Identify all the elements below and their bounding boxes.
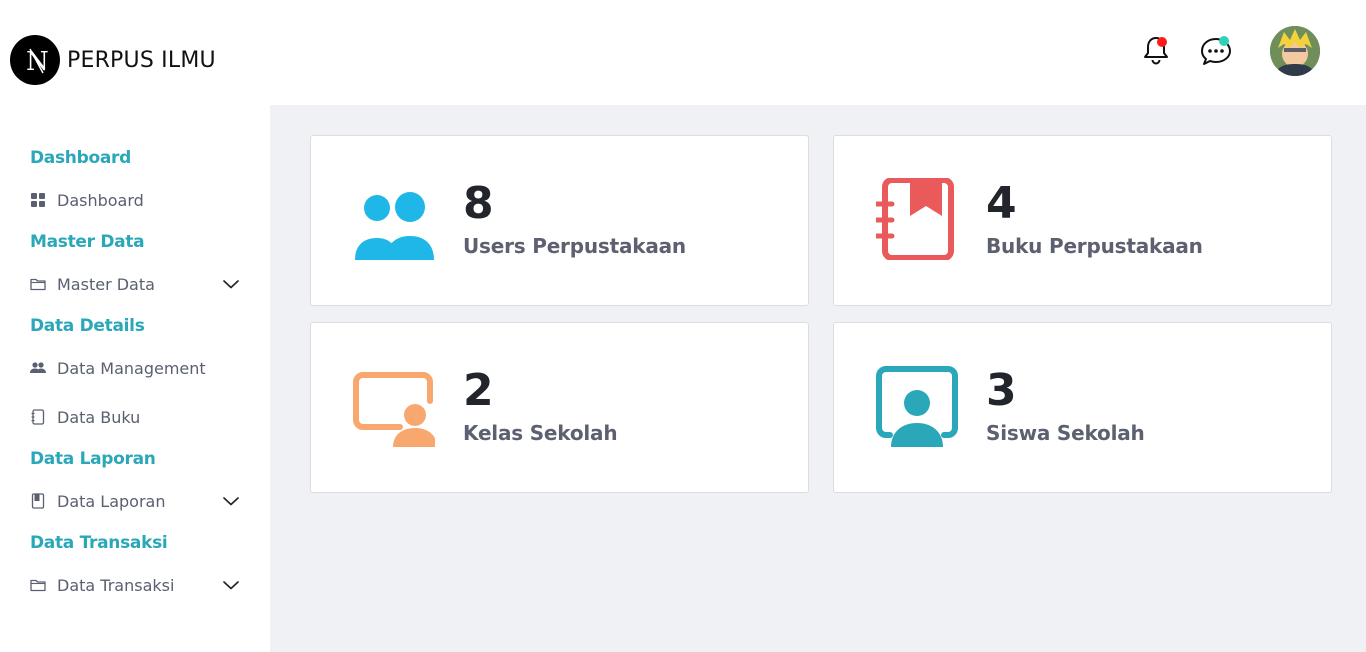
chevron-down-icon[interactable] — [222, 577, 240, 593]
section-title-dashboard: Dashboard — [30, 148, 131, 168]
stat-value: 4 — [986, 178, 1017, 229]
stat-label: Siswa Sekolah — [986, 421, 1145, 445]
notification-badge — [1157, 37, 1167, 47]
sidebar-item-label: Data Laporan — [57, 491, 166, 511]
stat-label: Kelas Sekolah — [463, 421, 618, 445]
sidebar-item-label: Master Data — [57, 274, 155, 294]
stat-label: Buku Perpustakaan — [986, 234, 1203, 258]
section-title-data-transaksi: Data Transaksi — [30, 533, 168, 553]
section-title-data-details: Data Details — [30, 316, 145, 336]
presentation-icon — [353, 365, 437, 447]
stat-card-users[interactable]: 8 Users Perpustakaan — [310, 135, 809, 306]
sidebar-item-label: Dashboard — [57, 190, 144, 210]
section-title-data-laporan: Data Laporan — [30, 449, 156, 469]
stat-card-siswa[interactable]: 3 Siswa Sekolah — [833, 322, 1332, 493]
notebook-icon — [873, 177, 958, 261]
notebook-icon — [30, 409, 46, 425]
stat-card-buku[interactable]: 4 Buku Perpustakaan — [833, 135, 1332, 306]
sidebar-item-master-data[interactable]: Master Data — [30, 272, 245, 296]
stat-value: 2 — [463, 365, 494, 416]
sidebar-item-data-transaksi[interactable]: Data Transaksi — [30, 573, 245, 597]
sidebar-item-label: Data Buku — [57, 407, 141, 427]
sidebar-item-label: Data Management — [57, 358, 206, 378]
users-icon — [30, 360, 46, 376]
top-header: N PERPUS ILMU — [0, 0, 1366, 105]
chevron-down-icon[interactable] — [222, 276, 240, 292]
sidebar: Dashboard Dashboard Master Data Master D… — [0, 105, 270, 652]
app-logo[interactable]: N PERPUS ILMU — [10, 35, 216, 85]
stat-card-kelas[interactable]: 2 Kelas Sekolah — [310, 322, 809, 493]
student-screen-icon — [876, 365, 958, 447]
bell-icon[interactable] — [1140, 34, 1172, 66]
stat-value: 3 — [986, 365, 1017, 416]
sidebar-item-data-management[interactable]: Data Management — [30, 356, 245, 380]
users-icon — [353, 178, 435, 260]
message-badge — [1219, 36, 1229, 46]
folder-icon — [30, 577, 46, 593]
section-title-master-data: Master Data — [30, 232, 145, 252]
stat-label: Users Perpustakaan — [463, 234, 686, 258]
folder-icon — [30, 276, 46, 292]
logo-mark: N — [10, 35, 60, 85]
stat-value: 8 — [463, 178, 494, 229]
sidebar-item-label: Data Transaksi — [57, 575, 175, 595]
app-title: PERPUS ILMU — [67, 47, 216, 73]
main-content: 8 Users Perpustakaan 4 Buku Perpustakaan… — [270, 105, 1366, 652]
book-icon — [30, 493, 46, 509]
grid-icon — [30, 192, 46, 208]
sidebar-item-data-laporan[interactable]: Data Laporan — [30, 489, 245, 513]
chat-icon[interactable] — [1199, 34, 1231, 66]
chevron-down-icon[interactable] — [222, 493, 240, 509]
sidebar-item-data-buku[interactable]: Data Buku — [30, 405, 245, 429]
user-avatar[interactable] — [1270, 26, 1320, 76]
sidebar-item-dashboard[interactable]: Dashboard — [30, 188, 245, 212]
